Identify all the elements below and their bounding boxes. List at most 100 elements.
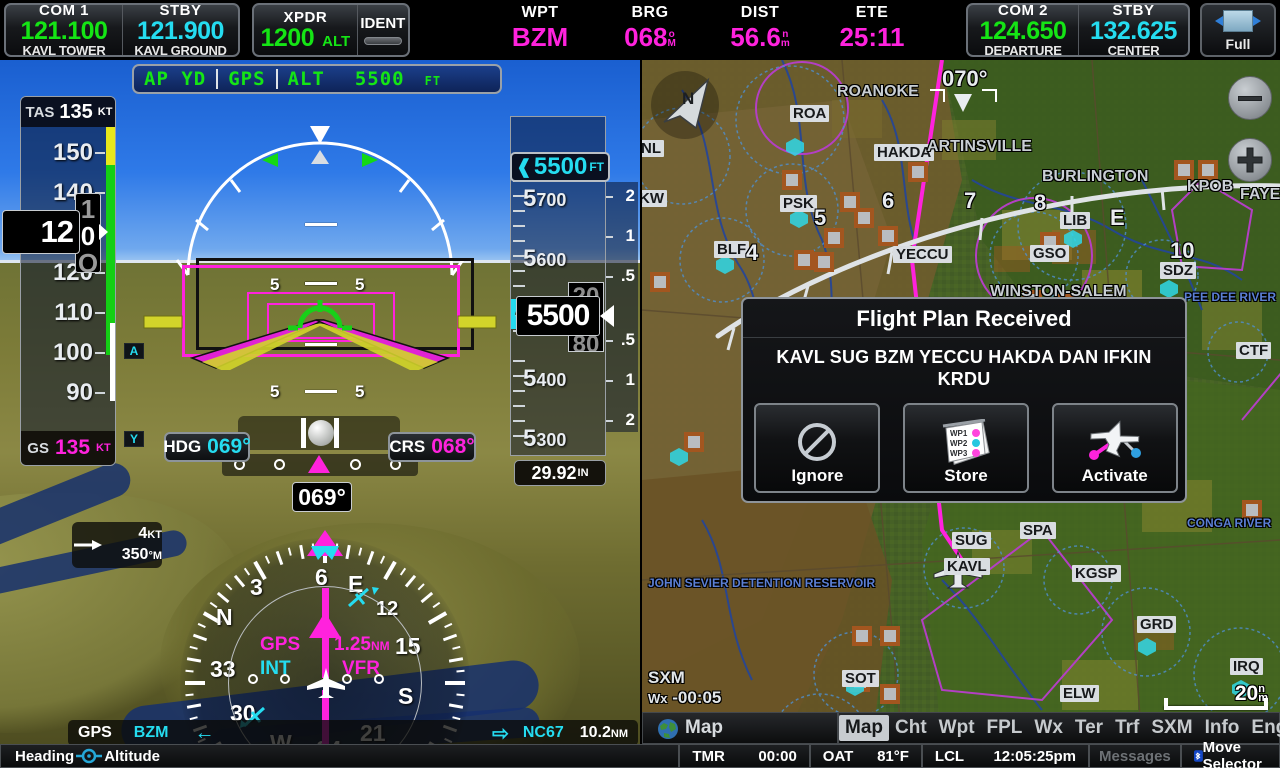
current-heading-box: 069°	[292, 482, 352, 512]
tab-ter[interactable]: Ter	[1069, 715, 1109, 741]
ignore-button[interactable]: Ignore	[754, 403, 881, 493]
sxm-age: Wx -00:05	[648, 688, 722, 707]
tab-map[interactable]: Map	[839, 715, 889, 741]
selector-field: Move Selector	[1180, 739, 1280, 768]
ap-mode: AP YD	[144, 68, 207, 90]
brg-field: BRG 068 o M	[600, 4, 700, 52]
map-label: GRD	[1137, 616, 1177, 633]
messages-label: Messages	[1099, 747, 1171, 765]
airport-symbol	[1198, 160, 1218, 180]
map-label: KGSP	[1072, 565, 1121, 582]
plus-icon	[1237, 147, 1263, 173]
activate-label: Activate	[1081, 466, 1148, 485]
vsi-tick-up-05: .5	[620, 266, 635, 285]
altitude-readout-box: 5500	[516, 296, 600, 336]
com1-station: KAVL TOWER	[22, 42, 106, 58]
north-arrow-icon: N	[651, 71, 719, 139]
map-label: ROANOKE	[837, 83, 919, 100]
tab-eng[interactable]: Eng	[1245, 715, 1280, 741]
vsi-pointer	[600, 305, 614, 327]
brg-value: 068 o M	[624, 22, 676, 52]
ident-button[interactable]: IDENT	[356, 5, 408, 55]
horizontal-situation-indicator[interactable]: 6 E 12 15 S 21 24 W 30 33 N 3 GPS INT 1.…	[180, 530, 470, 744]
tab-info[interactable]: Info	[1199, 715, 1246, 741]
airport-symbol	[854, 208, 874, 228]
altitude-value: 5500	[526, 299, 591, 332]
airport-symbol	[878, 226, 898, 246]
map-label: SDZ	[1160, 262, 1196, 279]
course-select-box[interactable]: CRS 068°	[388, 432, 476, 462]
barometric-setting[interactable]: 29.92 IN	[514, 460, 606, 486]
ap-alt-target: 5500 FT	[354, 68, 442, 90]
map-label: BURLINGTON	[1042, 168, 1149, 185]
selected-altitude-box[interactable]: ❰ 5500 FT	[510, 152, 610, 182]
baro-value: 29.92	[531, 462, 577, 483]
altitude-tick-5300: 5300	[523, 425, 567, 452]
primary-flight-display[interactable]: 5 5 5 5 AP YD GPS ALT 5500 FT 150 140 12…	[0, 60, 640, 744]
mfd-tab-bar: Map MapChtWptFPLWxTerTrfSXMInfoEng	[642, 712, 1280, 744]
com1-box: COM 1 121.100 KAVL TOWER STBY 121.900 KA…	[4, 2, 240, 58]
page-group-button[interactable]: Map	[642, 712, 838, 744]
map-route-number: 4	[746, 240, 759, 265]
hdg-label: HDG	[163, 437, 202, 456]
minus-icon	[1238, 95, 1262, 101]
airport-symbol	[852, 626, 872, 646]
vsi-tick-dn-05: .5	[620, 330, 635, 349]
svg-text:WP3: WP3	[950, 449, 968, 458]
heading-select-box[interactable]: HDG 069°	[163, 432, 251, 462]
wind-values: 4KT 350°M	[104, 524, 162, 566]
vsi-tick-up-1: 1	[625, 226, 635, 245]
xpdr-cell[interactable]: XPDR 1200 ALT	[254, 5, 357, 55]
ete-value: 25:11	[839, 22, 905, 52]
map-label: ROA	[790, 105, 830, 122]
altitude-tick-5600: 5600	[523, 245, 567, 272]
pitch-label-left-down: 5	[270, 382, 280, 401]
zoom-in-button[interactable]	[1228, 138, 1272, 182]
tab-cht[interactable]: Cht	[889, 715, 933, 741]
airspeed-tick-110: 110	[54, 299, 93, 326]
altitude-tick-5400: 5400	[523, 365, 567, 392]
slip-ball	[308, 420, 334, 446]
vspeed-marker-y: Y	[124, 431, 144, 447]
map-label: PSK	[780, 195, 817, 212]
tab-trf[interactable]: Trf	[1109, 715, 1145, 741]
tab-sxm[interactable]: SXM	[1145, 715, 1198, 741]
bottom-status-bar: Heading Altitude TMR 00:00 OAT 81°F LCL …	[0, 739, 1280, 768]
airspeed-tape: 150 140 130 120 110 100 90	[20, 96, 116, 466]
airspeed-pointer	[99, 224, 108, 240]
lcl-label: LCL	[934, 747, 965, 765]
ete-field: ETE 25:11	[822, 4, 922, 52]
com2-standby[interactable]: STBY 132.625 CENTER	[1077, 2, 1188, 57]
full-screen-button[interactable]: Full	[1200, 3, 1276, 57]
tab-wpt[interactable]: Wpt	[933, 715, 981, 741]
tab-fpl[interactable]: FPL	[981, 715, 1029, 741]
navstrip-source: GPS	[78, 724, 112, 741]
timer-label: TMR	[692, 747, 725, 765]
selected-altitude-unit: FT	[589, 160, 604, 174]
tas-label: TAS	[25, 103, 55, 121]
com2-active[interactable]: COM 2 124.650 DEPARTURE	[968, 2, 1078, 57]
store-button[interactable]: WP1 WP2 WP3 Store	[902, 403, 1029, 493]
full-screen-icon	[1215, 8, 1261, 34]
map-label: NL	[642, 140, 664, 157]
activate-button[interactable]: Activate	[1051, 403, 1178, 493]
navstrip-distance: 10.2NM	[579, 724, 628, 741]
map-label: KW	[642, 190, 667, 207]
ete-label: ETE	[855, 4, 889, 21]
airport-symbol	[814, 252, 834, 272]
dialog-title: Flight Plan Received	[743, 299, 1185, 338]
lcl-value: 12:05:25pm	[993, 747, 1077, 765]
messages-button[interactable]: Messages	[1089, 744, 1181, 768]
map-label: BLF	[714, 241, 750, 258]
roll-scale	[175, 126, 465, 276]
sxm-weather-age: SXM Wx -00:05	[648, 668, 721, 708]
map-label: CONGA RIVER	[1187, 516, 1272, 530]
map-label: SPA	[1020, 522, 1056, 539]
flight-plan-received-dialog: Flight Plan Received KAVL SUG BZM YECCU …	[741, 297, 1187, 503]
com1-standby[interactable]: STBY 121.900 KAVL GROUND	[121, 2, 238, 57]
gs-label: GS	[27, 439, 49, 457]
com1-active[interactable]: COM 1 121.100 KAVL TOWER	[6, 2, 122, 58]
zoom-out-button[interactable]	[1228, 76, 1272, 120]
tab-wx[interactable]: Wx	[1028, 715, 1069, 741]
bluetooth-icon	[1193, 750, 1203, 762]
